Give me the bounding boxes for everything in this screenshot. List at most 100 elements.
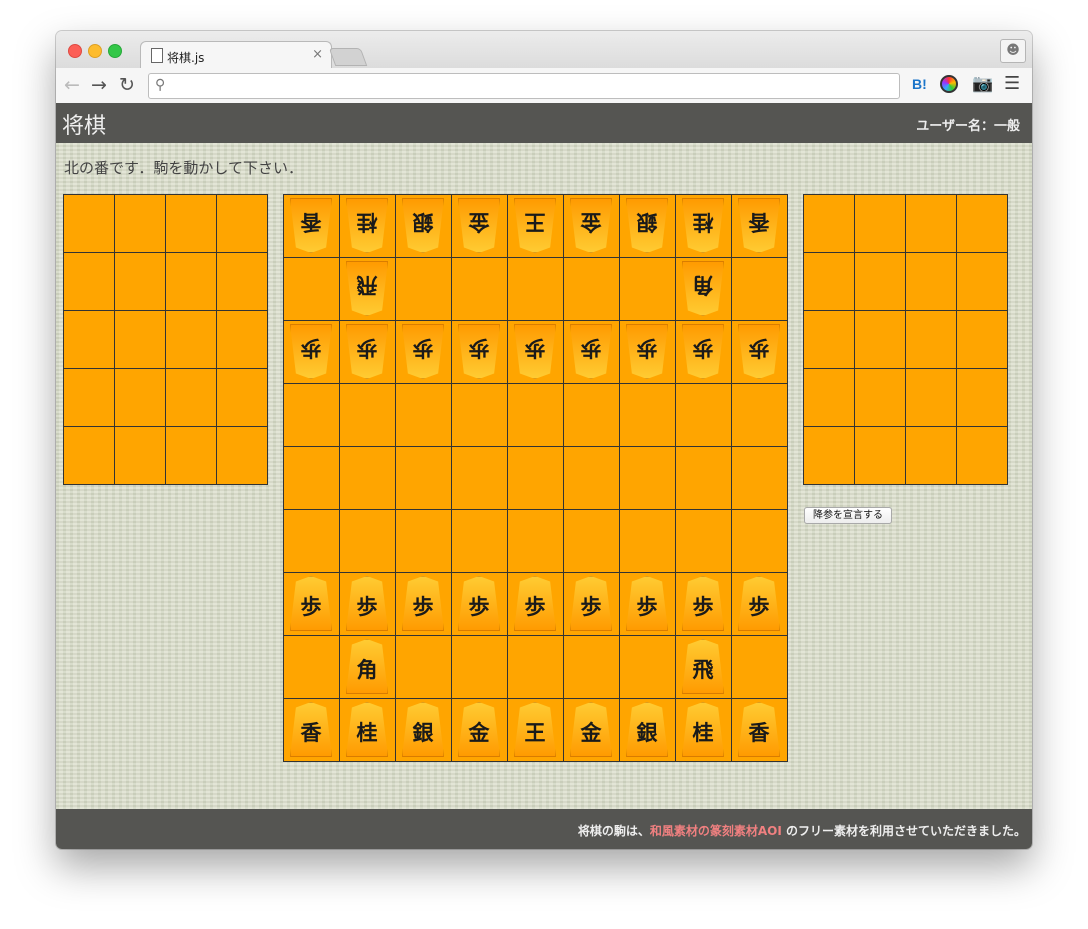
- hand-square-left[interactable]: [63, 194, 115, 253]
- board-square[interactable]: [451, 635, 508, 699]
- board-square[interactable]: [451, 383, 508, 447]
- board-square[interactable]: 歩: [451, 320, 508, 384]
- board-square[interactable]: 歩: [731, 320, 788, 384]
- hand-square-right[interactable]: [854, 310, 906, 369]
- board-square[interactable]: [283, 257, 340, 321]
- board-square[interactable]: [395, 509, 452, 573]
- board-square[interactable]: 歩: [675, 320, 732, 384]
- board-square[interactable]: 角: [339, 635, 396, 699]
- profile-icon[interactable]: ☻: [1000, 39, 1026, 63]
- hand-square-right[interactable]: [956, 194, 1008, 253]
- zoom-window-button[interactable]: [108, 44, 122, 58]
- board-square[interactable]: 香: [731, 698, 788, 762]
- hand-square-right[interactable]: [956, 426, 1008, 485]
- shogi-piece[interactable]: 歩: [514, 324, 556, 379]
- board-square[interactable]: 歩: [563, 320, 620, 384]
- board-square[interactable]: [395, 635, 452, 699]
- shogi-piece[interactable]: 角: [346, 639, 388, 694]
- board-square[interactable]: 銀: [619, 698, 676, 762]
- board-square[interactable]: [507, 257, 564, 321]
- shogi-piece[interactable]: 歩: [514, 576, 556, 631]
- board-square[interactable]: [731, 509, 788, 573]
- hand-square-right[interactable]: [854, 252, 906, 311]
- shogi-piece[interactable]: 飛: [682, 639, 724, 694]
- shogi-piece[interactable]: 歩: [402, 576, 444, 631]
- hand-square-right[interactable]: [803, 194, 855, 253]
- board-square[interactable]: [675, 446, 732, 510]
- board-square[interactable]: 桂: [675, 698, 732, 762]
- shogi-piece[interactable]: 桂: [346, 702, 388, 757]
- board-square[interactable]: 歩: [339, 320, 396, 384]
- shogi-piece[interactable]: 香: [738, 198, 780, 253]
- board-square[interactable]: [283, 509, 340, 573]
- board-square[interactable]: [619, 635, 676, 699]
- hand-square-right[interactable]: [905, 368, 957, 427]
- hand-square-left[interactable]: [216, 368, 268, 427]
- shogi-piece[interactable]: 歩: [626, 324, 668, 379]
- shogi-piece[interactable]: 金: [458, 198, 500, 253]
- board-square[interactable]: [507, 446, 564, 510]
- board-square[interactable]: 歩: [283, 320, 340, 384]
- address-bar[interactable]: ⚲: [148, 73, 900, 99]
- board-square[interactable]: 香: [283, 698, 340, 762]
- hand-square-left[interactable]: [63, 310, 115, 369]
- shogi-piece[interactable]: 歩: [682, 324, 724, 379]
- reload-icon[interactable]: ↻: [119, 74, 135, 96]
- shogi-piece[interactable]: 王: [514, 198, 556, 253]
- board-square[interactable]: 香: [283, 194, 340, 258]
- hand-square-left[interactable]: [216, 310, 268, 369]
- shogi-piece[interactable]: 香: [290, 198, 332, 253]
- forward-icon[interactable]: →: [91, 74, 107, 96]
- hand-square-left[interactable]: [165, 368, 217, 427]
- hand-square-left[interactable]: [63, 252, 115, 311]
- hand-square-left[interactable]: [216, 194, 268, 253]
- shogi-piece[interactable]: 歩: [682, 576, 724, 631]
- shogi-piece[interactable]: 桂: [682, 198, 724, 253]
- shogi-piece[interactable]: 歩: [570, 324, 612, 379]
- board-square[interactable]: 金: [451, 698, 508, 762]
- board-square[interactable]: [731, 635, 788, 699]
- board-square[interactable]: [507, 635, 564, 699]
- board-square[interactable]: 銀: [619, 194, 676, 258]
- shogi-piece[interactable]: 歩: [346, 576, 388, 631]
- board-square[interactable]: [283, 383, 340, 447]
- board-square[interactable]: 銀: [395, 194, 452, 258]
- board-square[interactable]: [619, 257, 676, 321]
- shogi-piece[interactable]: 歩: [290, 576, 332, 631]
- hand-square-right[interactable]: [905, 252, 957, 311]
- board-square[interactable]: [563, 383, 620, 447]
- board-square[interactable]: [395, 383, 452, 447]
- shogi-piece[interactable]: 金: [570, 702, 612, 757]
- close-window-button[interactable]: [68, 44, 82, 58]
- hand-square-left[interactable]: [165, 426, 217, 485]
- board-square[interactable]: 桂: [339, 698, 396, 762]
- board-square[interactable]: 王: [507, 698, 564, 762]
- shogi-piece[interactable]: 銀: [402, 198, 444, 253]
- board-square[interactable]: [283, 635, 340, 699]
- board-square[interactable]: [675, 509, 732, 573]
- shogi-piece[interactable]: 歩: [458, 324, 500, 379]
- board-square[interactable]: [339, 383, 396, 447]
- board-square[interactable]: 歩: [507, 572, 564, 636]
- back-icon[interactable]: ←: [64, 74, 80, 96]
- hand-square-right[interactable]: [803, 368, 855, 427]
- shogi-piece[interactable]: 桂: [346, 198, 388, 253]
- board-square[interactable]: 香: [731, 194, 788, 258]
- board-square[interactable]: 王: [507, 194, 564, 258]
- hand-square-left[interactable]: [114, 426, 166, 485]
- color-picker-icon[interactable]: [940, 75, 958, 93]
- board-square[interactable]: 歩: [675, 572, 732, 636]
- board-square[interactable]: [339, 509, 396, 573]
- board-square[interactable]: [731, 446, 788, 510]
- board-square[interactable]: [563, 635, 620, 699]
- board-square[interactable]: [451, 257, 508, 321]
- shogi-piece[interactable]: 歩: [570, 576, 612, 631]
- board-square[interactable]: 歩: [731, 572, 788, 636]
- board-square[interactable]: [563, 509, 620, 573]
- hand-square-right[interactable]: [956, 252, 1008, 311]
- hand-square-right[interactable]: [854, 426, 906, 485]
- board-square[interactable]: 歩: [507, 320, 564, 384]
- board-square[interactable]: 飛: [339, 257, 396, 321]
- hand-square-left[interactable]: [165, 194, 217, 253]
- board-square[interactable]: 歩: [395, 572, 452, 636]
